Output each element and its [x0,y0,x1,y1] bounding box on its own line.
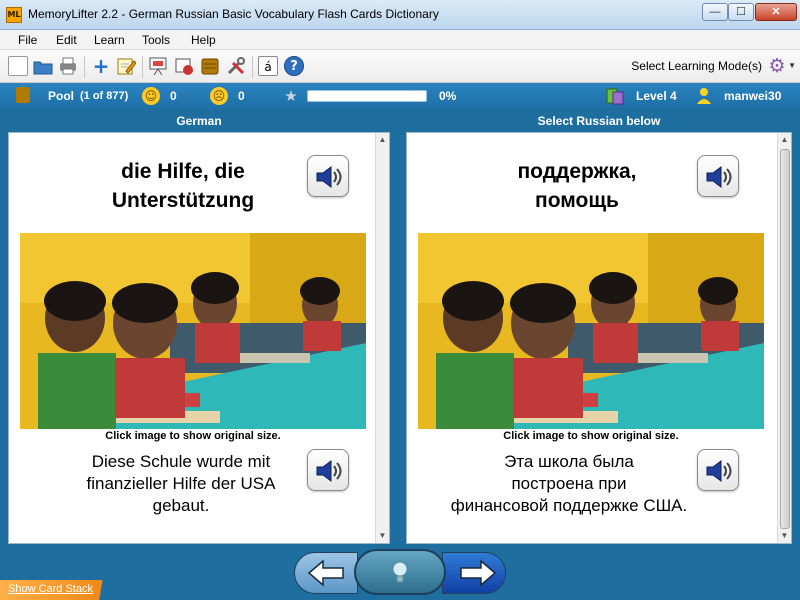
card-box-icon[interactable] [200,56,220,76]
show-card-stack-tab[interactable]: Show Card Stack [0,580,124,600]
speaker-icon [706,166,732,188]
example-sentence: Diese Schule wurde mit finanzieller Hilf… [31,451,331,517]
answer-word: поддержка, помощь [427,157,727,215]
answer-card: поддержка, помощь Click image to show or… [406,132,792,544]
speaker-icon [316,460,342,482]
close-button[interactable]: ✕ [755,3,797,21]
left-column-title: German [176,114,222,128]
progress-bar [307,90,427,102]
toolbar-divider [142,56,143,78]
play-word-audio-button[interactable] [307,155,349,197]
star-icon: ★ [284,87,298,105]
new-file-icon[interactable] [8,56,28,76]
add-card-icon[interactable]: + [91,56,111,76]
answer-word-line: поддержка, [517,160,637,183]
menu-edit[interactable]: Edit [56,33,77,47]
next-card-button[interactable] [442,552,506,594]
status-bar: Pool (1 of 877) ☺ 0 ☹ 0 ★ 0% Level 4 man… [0,83,800,109]
toolbar: + á ? Select Learning Mode(s) ⚙ ▼ [0,50,800,83]
example-sentence-line: Эта школа была [504,452,634,471]
happy-count: 0 [170,89,177,103]
maximize-button[interactable]: ☐ [728,3,754,21]
menu-learn[interactable]: Learn [94,33,125,47]
image-caption: Click image to show original size. [503,430,679,442]
scroll-up-arrow[interactable]: ▲ [376,133,389,147]
scroll-down-arrow[interactable]: ▼ [376,529,389,543]
help-icon[interactable]: ? [284,56,304,76]
learning-mode-label[interactable]: Select Learning Mode(s) [631,59,762,73]
special-character-icon[interactable]: á [258,56,278,76]
title-bar: ML MemoryLifter 2.2 - German Russian Bas… [0,0,800,30]
level-label: Level 4 [636,89,677,103]
example-sentence-line: финансовой поддержке США. [450,496,688,515]
right-card-scrollbar[interactable]: ▲ ▼ [777,133,791,543]
pool-label: Pool [48,89,74,103]
scroll-up-arrow[interactable]: ▲ [778,133,791,147]
question-word-line: die Hilfe, die [121,160,245,183]
play-word-audio-button[interactable] [697,155,739,197]
open-folder-icon[interactable] [33,56,53,76]
menu-tools[interactable]: Tools [142,33,170,47]
menu-file[interactable]: File [18,33,37,47]
edit-card-icon[interactable] [116,56,137,76]
menu-help[interactable]: Help [191,33,216,47]
image-caption: Click image to show original size. [105,430,281,442]
left-card-scrollbar[interactable]: ▲ ▼ [375,133,389,543]
question-card: die Hilfe, die Unterstützung Click image… [8,132,390,544]
card-image[interactable] [20,233,366,429]
app-logo-icon: ML [6,7,22,23]
question-word: die Hilfe, die Unterstützung [33,157,333,215]
progress-label: 0% [439,89,457,103]
lightbulb-icon [392,561,408,583]
presentation-icon[interactable] [148,56,168,76]
slideshow-icon[interactable] [174,56,194,76]
right-column-title: Select Russian below [537,114,661,128]
sad-count: 0 [238,89,245,103]
speaker-icon [706,460,732,482]
chevron-down-icon[interactable]: ▼ [788,61,796,70]
hint-button[interactable] [354,549,446,595]
window-title: MemoryLifter 2.2 - German Russian Basic … [28,7,439,21]
arrow-right-icon [460,559,497,587]
speaker-icon [316,166,342,188]
user-name: manwei30 [724,89,782,103]
card-image[interactable] [418,233,764,429]
user-icon [695,87,713,105]
question-word-line: Unterstützung [111,189,255,212]
menu-bar: File Edit Learn Tools Help [0,30,800,50]
toolbar-divider [84,56,85,78]
sad-face-icon: ☹ [210,87,228,105]
previous-card-button[interactable] [294,552,358,594]
example-sentence-line: gebaut. [152,496,210,515]
toolbar-divider [252,56,253,78]
pool-box-icon [16,87,30,103]
answer-word-line: помощь [535,189,619,212]
scroll-thumb[interactable] [780,149,790,529]
example-sentence-line: Diese Schule wurde mit [91,452,271,471]
settings-tools-icon[interactable] [226,56,246,76]
level-boxes-icon [606,87,624,105]
pool-count: (1 of 877) [80,90,129,102]
example-sentence-line: finanzieller Hilfe der USA [86,474,276,493]
arrow-left-icon [307,559,344,587]
play-sentence-audio-button[interactable] [307,449,349,491]
play-sentence-audio-button[interactable] [697,449,739,491]
show-card-stack-link[interactable]: Show Card Stack [8,583,93,595]
gear-icon[interactable]: ⚙ [766,55,788,77]
print-icon[interactable] [58,56,78,76]
minimize-button[interactable]: — [702,3,728,21]
scroll-down-arrow[interactable]: ▼ [778,529,791,543]
example-sentence-line: построена при [511,474,627,493]
happy-face-icon: ☺ [142,87,160,105]
example-sentence: Эта школа была построена при финансовой … [421,451,717,517]
